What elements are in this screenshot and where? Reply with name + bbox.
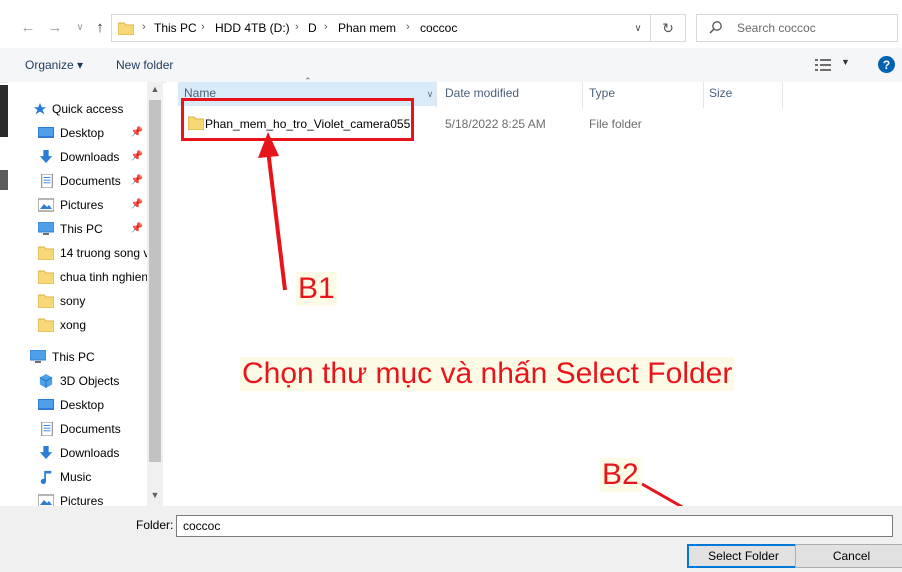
arrow-b1 (266, 149, 287, 291)
annotation-instruction: Chọn thư mục và nhấn Select Folder (240, 357, 735, 391)
folder-input[interactable]: coccoc (176, 515, 893, 537)
select-folder-label: Select Folder (708, 549, 779, 563)
arrow-b1-head (258, 132, 279, 158)
cancel-button[interactable]: Cancel (795, 544, 902, 568)
annotation-b1: B1 (296, 272, 337, 306)
annotation-arrows (258, 132, 744, 543)
select-folder-button[interactable]: Select Folder (687, 544, 800, 568)
folder-label: Folder: (136, 518, 174, 532)
annotation-b2: B2 (600, 458, 641, 492)
cancel-label: Cancel (832, 549, 871, 563)
